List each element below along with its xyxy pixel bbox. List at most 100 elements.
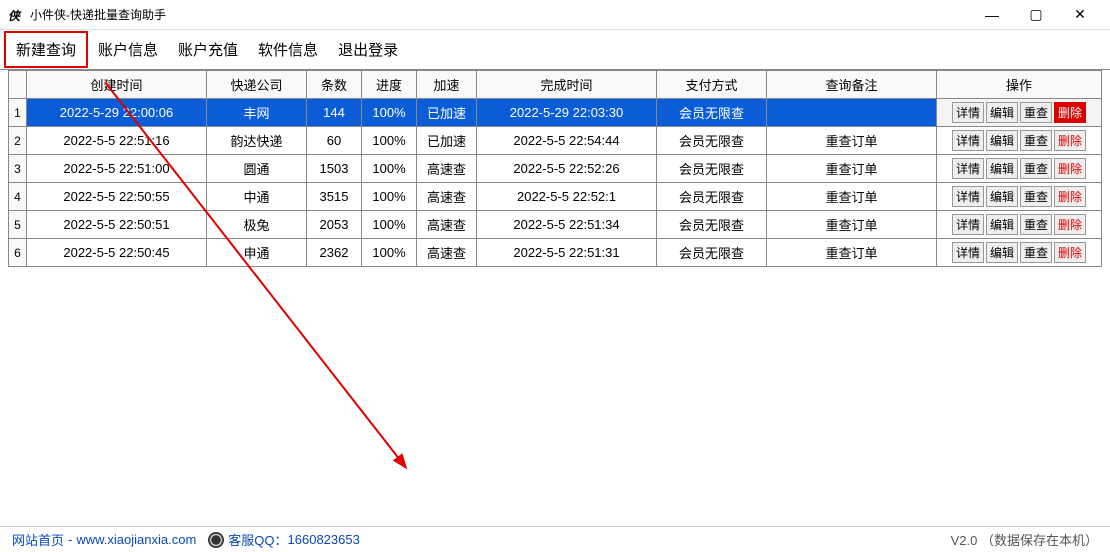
delete-button[interactable]: 删除 [1054, 102, 1086, 123]
titlebar: 侠 小件侠-快递批量查询助手 — ▢ ✕ [0, 0, 1110, 30]
menu-item-4[interactable]: 退出登录 [328, 33, 408, 66]
row-number: 2 [9, 127, 27, 155]
edit-button[interactable]: 编辑 [986, 242, 1018, 263]
table-row[interactable]: 62022-5-5 22:50:45申通2362100%高速查2022-5-5 … [9, 239, 1102, 267]
header-pay[interactable]: 支付方式 [657, 71, 767, 99]
delete-button[interactable]: 删除 [1054, 158, 1086, 179]
cell-finish-time: 2022-5-5 22:51:34 [477, 211, 657, 239]
table-row[interactable]: 52022-5-5 22:50:51极兔2053100%高速查2022-5-5 … [9, 211, 1102, 239]
recheck-button[interactable]: 重查 [1020, 242, 1052, 263]
detail-button[interactable]: 详情 [952, 214, 984, 235]
menu-item-0[interactable]: 新建查询 [4, 31, 88, 68]
cell-ops: 详情编辑重查删除 [937, 127, 1102, 155]
cell-count: 2053 [307, 211, 362, 239]
query-table: 创建时间 快递公司 条数 进度 加速 完成时间 支付方式 查询备注 操作 120… [8, 70, 1102, 267]
delete-button[interactable]: 删除 [1054, 242, 1086, 263]
cell-company: 丰网 [207, 99, 307, 127]
cell-count: 60 [307, 127, 362, 155]
cell-count: 144 [307, 99, 362, 127]
cell-finish-time: 2022-5-29 22:03:30 [477, 99, 657, 127]
table-row[interactable]: 22022-5-5 22:51:16韵达快递60100%已加速2022-5-5 … [9, 127, 1102, 155]
cell-progress: 100% [362, 211, 417, 239]
minimize-button[interactable]: — [970, 1, 1014, 29]
close-button[interactable]: ✕ [1058, 1, 1102, 29]
detail-button[interactable]: 详情 [952, 186, 984, 207]
menu-item-1[interactable]: 账户信息 [88, 33, 168, 66]
header-progress[interactable]: 进度 [362, 71, 417, 99]
window-title: 小件侠-快递批量查询助手 [30, 6, 166, 23]
cell-company: 圆通 [207, 155, 307, 183]
site-url-link[interactable]: www.xiaojianxia.com [76, 532, 196, 547]
edit-button[interactable]: 编辑 [986, 186, 1018, 207]
cell-pay: 会员无限查 [657, 211, 767, 239]
header-finish-time[interactable]: 完成时间 [477, 71, 657, 99]
cell-company: 极兔 [207, 211, 307, 239]
cell-ops: 详情编辑重查删除 [937, 211, 1102, 239]
cell-count: 2362 [307, 239, 362, 267]
cell-note: 重查订单 [767, 155, 937, 183]
menu-item-2[interactable]: 账户充值 [168, 33, 248, 66]
row-number: 1 [9, 99, 27, 127]
detail-button[interactable]: 详情 [952, 102, 984, 123]
cell-pay: 会员无限查 [657, 239, 767, 267]
header-note[interactable]: 查询备注 [767, 71, 937, 99]
cell-progress: 100% [362, 239, 417, 267]
table-row[interactable]: 42022-5-5 22:50:55中通3515100%高速查2022-5-5 … [9, 183, 1102, 211]
cell-accel: 高速查 [417, 239, 477, 267]
cell-note: 重查订单 [767, 127, 937, 155]
recheck-button[interactable]: 重查 [1020, 186, 1052, 207]
cell-create-time: 2022-5-5 22:50:45 [27, 239, 207, 267]
cell-count: 1503 [307, 155, 362, 183]
row-number: 4 [9, 183, 27, 211]
detail-button[interactable]: 详情 [952, 242, 984, 263]
recheck-button[interactable]: 重查 [1020, 214, 1052, 235]
row-number: 6 [9, 239, 27, 267]
cell-pay: 会员无限查 [657, 127, 767, 155]
delete-button[interactable]: 删除 [1054, 130, 1086, 151]
header-ops: 操作 [937, 71, 1102, 99]
qq-icon [208, 532, 224, 548]
detail-button[interactable]: 详情 [952, 130, 984, 151]
cell-company: 韵达快递 [207, 127, 307, 155]
delete-button[interactable]: 删除 [1054, 214, 1086, 235]
window-controls: — ▢ ✕ [970, 1, 1102, 29]
cell-company: 中通 [207, 183, 307, 211]
menu-item-3[interactable]: 软件信息 [248, 33, 328, 66]
version-text: V2.0 （数据保存在本机） [951, 530, 1098, 549]
edit-button[interactable]: 编辑 [986, 102, 1018, 123]
header-accel[interactable]: 加速 [417, 71, 477, 99]
header-create-time[interactable]: 创建时间 [27, 71, 207, 99]
recheck-button[interactable]: 重查 [1020, 158, 1052, 179]
edit-button[interactable]: 编辑 [986, 158, 1018, 179]
cell-create-time: 2022-5-5 22:51:16 [27, 127, 207, 155]
table-row[interactable]: 12022-5-29 22:00:06丰网144100%已加速2022-5-29… [9, 99, 1102, 127]
cell-create-time: 2022-5-5 22:50:55 [27, 183, 207, 211]
cell-count: 3515 [307, 183, 362, 211]
cell-ops: 详情编辑重查删除 [937, 99, 1102, 127]
recheck-button[interactable]: 重查 [1020, 102, 1052, 123]
cell-create-time: 2022-5-5 22:50:51 [27, 211, 207, 239]
cell-create-time: 2022-5-29 22:00:06 [27, 99, 207, 127]
cell-pay: 会员无限查 [657, 155, 767, 183]
cell-note: 重查订单 [767, 211, 937, 239]
cell-progress: 100% [362, 99, 417, 127]
site-home-link[interactable]: 网站首页 [12, 530, 64, 549]
cell-progress: 100% [362, 127, 417, 155]
qq-number[interactable]: 1660823653 [288, 532, 360, 547]
header-rownum [9, 71, 27, 99]
edit-button[interactable]: 编辑 [986, 214, 1018, 235]
delete-button[interactable]: 删除 [1054, 186, 1086, 207]
table-area: 创建时间 快递公司 条数 进度 加速 完成时间 支付方式 查询备注 操作 120… [0, 70, 1110, 267]
header-company[interactable]: 快递公司 [207, 71, 307, 99]
recheck-button[interactable]: 重查 [1020, 130, 1052, 151]
table-row[interactable]: 32022-5-5 22:51:00圆通1503100%高速查2022-5-5 … [9, 155, 1102, 183]
cell-note: 重查订单 [767, 239, 937, 267]
cell-pay: 会员无限查 [657, 99, 767, 127]
edit-button[interactable]: 编辑 [986, 130, 1018, 151]
cell-ops: 详情编辑重查删除 [937, 155, 1102, 183]
cell-finish-time: 2022-5-5 22:52:1 [477, 183, 657, 211]
header-count[interactable]: 条数 [307, 71, 362, 99]
cell-accel: 高速查 [417, 211, 477, 239]
detail-button[interactable]: 详情 [952, 158, 984, 179]
maximize-button[interactable]: ▢ [1014, 1, 1058, 29]
